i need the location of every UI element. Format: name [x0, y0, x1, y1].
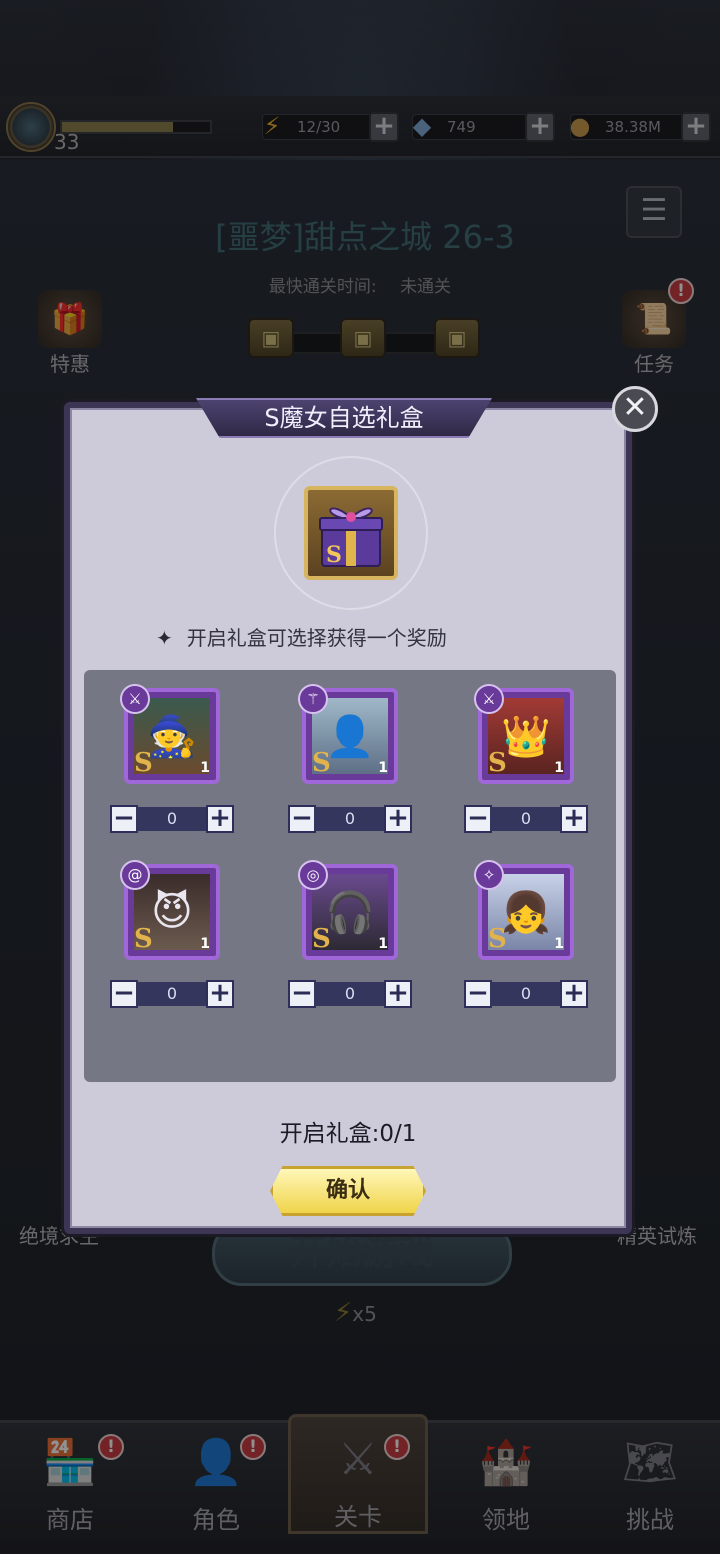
quantity-value: 0	[314, 807, 386, 831]
quantity-value: 0	[490, 807, 562, 831]
quantity-stepper-5: − 0 +	[288, 980, 412, 1008]
card-count: 1	[554, 760, 564, 776]
decrease-button[interactable]: −	[288, 805, 316, 833]
dialog-description: 开启礼盒可选择获得一个奖励	[186, 626, 447, 650]
reward-card-5[interactable]: 🎧 S 1 ◎	[298, 860, 398, 960]
decrease-button[interactable]: −	[464, 805, 492, 833]
increase-button[interactable]: +	[560, 980, 588, 1008]
grade-letter: S	[134, 748, 153, 778]
target-icon: ◎	[298, 860, 328, 890]
quantity-stepper-6: − 0 +	[464, 980, 588, 1008]
card-count: 1	[554, 936, 564, 952]
sparkle-icon: ✦	[156, 626, 173, 650]
quantity-value: 0	[136, 807, 208, 831]
card-count: 1	[378, 760, 388, 776]
quantity-stepper-2: − 0 +	[288, 805, 412, 833]
quantity-value: 0	[136, 982, 208, 1006]
reward-card-6[interactable]: 👧 S 1 ✧	[474, 860, 574, 960]
quantity-stepper-3: − 0 +	[464, 805, 588, 833]
increase-button[interactable]: +	[206, 805, 234, 833]
quantity-stepper-4: − 0 +	[110, 980, 234, 1008]
reward-card-2[interactable]: 👤 S 1 ⚚	[298, 684, 398, 784]
grade-letter: S	[134, 924, 153, 954]
decrease-button[interactable]: −	[110, 980, 138, 1008]
card-count: 1	[200, 760, 210, 776]
quantity-value: 0	[490, 982, 562, 1006]
staff-icon: ⚚	[298, 684, 328, 714]
reward-card-1[interactable]: 🧙 S 1 ⚔	[120, 684, 220, 784]
increase-button[interactable]: +	[206, 980, 234, 1008]
grade-letter: S	[488, 924, 507, 954]
quantity-value: 0	[314, 982, 386, 1006]
decrease-button[interactable]: −	[288, 980, 316, 1008]
gift-grade-letter: S	[326, 542, 342, 568]
reward-card-4[interactable]: 😈 S 1 @	[120, 860, 220, 960]
close-icon[interactable]: ✕	[612, 386, 658, 432]
grade-letter: S	[488, 748, 507, 778]
decrease-button[interactable]: −	[464, 980, 492, 1008]
decrease-button[interactable]: −	[110, 805, 138, 833]
grade-letter: S	[312, 748, 331, 778]
open-count-text: 开启礼盒:0/1	[279, 1121, 417, 1147]
card-count: 1	[378, 936, 388, 952]
confirm-button[interactable]: 确认	[270, 1166, 426, 1216]
grade-letter: S	[312, 924, 331, 954]
card-count: 1	[200, 936, 210, 952]
reward-card-3[interactable]: 👑 S 1 ⚔	[474, 684, 574, 784]
increase-button[interactable]: +	[384, 980, 412, 1008]
dialog-title: S魔女自选礼盒	[196, 398, 492, 438]
increase-button[interactable]: +	[384, 805, 412, 833]
sword-icon: ⚔	[120, 684, 150, 714]
gift-box-icon: S	[304, 486, 398, 580]
dialog-description-row: ✦ 开启礼盒可选择获得一个奖励	[156, 622, 447, 651]
quantity-stepper-1: − 0 +	[110, 805, 234, 833]
increase-button[interactable]: +	[560, 805, 588, 833]
wand-icon: ✧	[474, 860, 504, 890]
swirl-icon: @	[120, 860, 150, 890]
sword-icon: ⚔	[474, 684, 504, 714]
